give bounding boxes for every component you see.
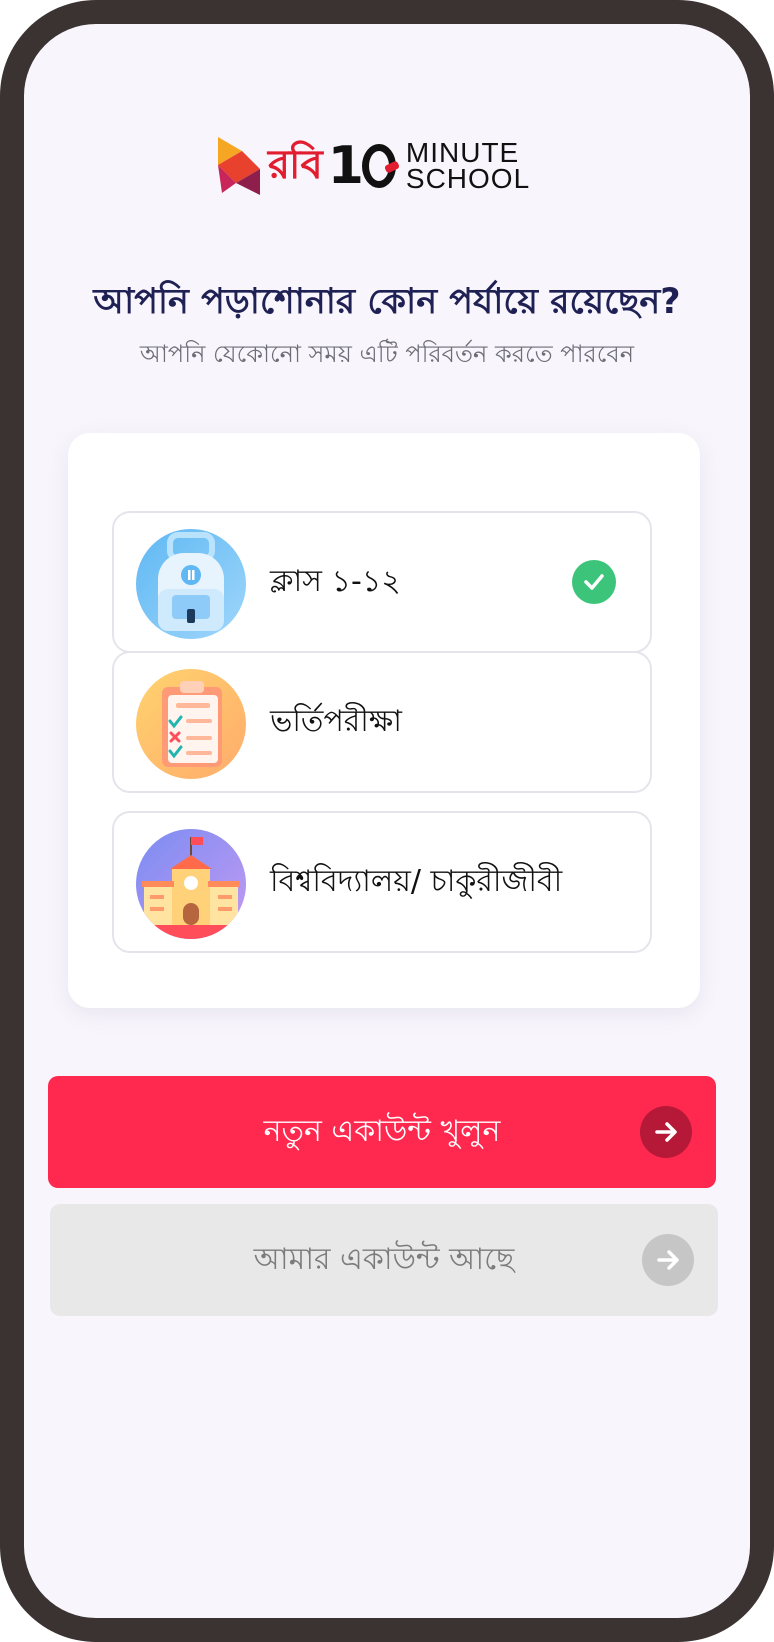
university-building-icon <box>136 829 246 939</box>
create-account-label: নতুন একাউন্ট খুলুন <box>263 1113 501 1149</box>
app-logo: রবি 1 MINUTE SCHOOL <box>216 131 530 201</box>
have-account-button[interactable]: আমার একাউন্ট আছে <box>50 1204 718 1316</box>
app-screen: রবি 1 MINUTE SCHOOL আপনি পড়াশোনার কোন প… <box>24 24 750 1618</box>
create-account-button[interactable]: নতুন একাউন্ট খুলুন <box>48 1076 716 1188</box>
check-icon <box>572 560 616 604</box>
arrow-right-icon <box>642 1234 694 1286</box>
option-university-job[interactable]: বিশ্ববিদ্যালয়/ চাকুরীজীবী <box>112 811 652 953</box>
page-title: আপনি পড়াশোনার কোন পর্যায়ে রয়েছেন? <box>93 282 681 322</box>
ten-zero-icon <box>361 144 396 188</box>
have-account-label: আমার একাউন্ট আছে <box>253 1241 515 1277</box>
option-label: বিশ্ববিদ্যালয়/ চাকুরীজীবী <box>270 863 563 899</box>
level-options-card: ক্লাস ১-১২ ভর্তিপরীক্ষা বিশ্ববিদ্যালয়/ … <box>68 433 700 1008</box>
option-label: ভর্তিপরীক্ষা <box>270 703 402 739</box>
option-class-1-12[interactable]: ক্লাস ১-১২ <box>112 511 652 653</box>
ten-one: 1 <box>327 136 364 196</box>
minute-school-wordmark: MINUTE SCHOOL <box>405 139 531 194</box>
ten-mark: 1 <box>328 136 396 196</box>
phone-frame: রবি 1 MINUTE SCHOOL আপনি পড়াশোনার কোন প… <box>0 0 774 1642</box>
option-label: ক্লাস ১-১২ <box>270 563 401 599</box>
robi-logo-icon <box>218 137 260 195</box>
option-admission-test[interactable]: ভর্তিপরীক্ষা <box>112 651 652 793</box>
school-word: SCHOOL <box>405 163 531 194</box>
page-subtitle: আপনি যেকোনো সময় এটি পরিবর্তন করতে পারবে… <box>139 340 635 368</box>
robi-wordmark: রবি <box>268 141 323 188</box>
arrow-right-icon <box>640 1106 692 1158</box>
backpack-icon <box>136 529 246 639</box>
exam-clipboard-icon <box>136 669 246 779</box>
